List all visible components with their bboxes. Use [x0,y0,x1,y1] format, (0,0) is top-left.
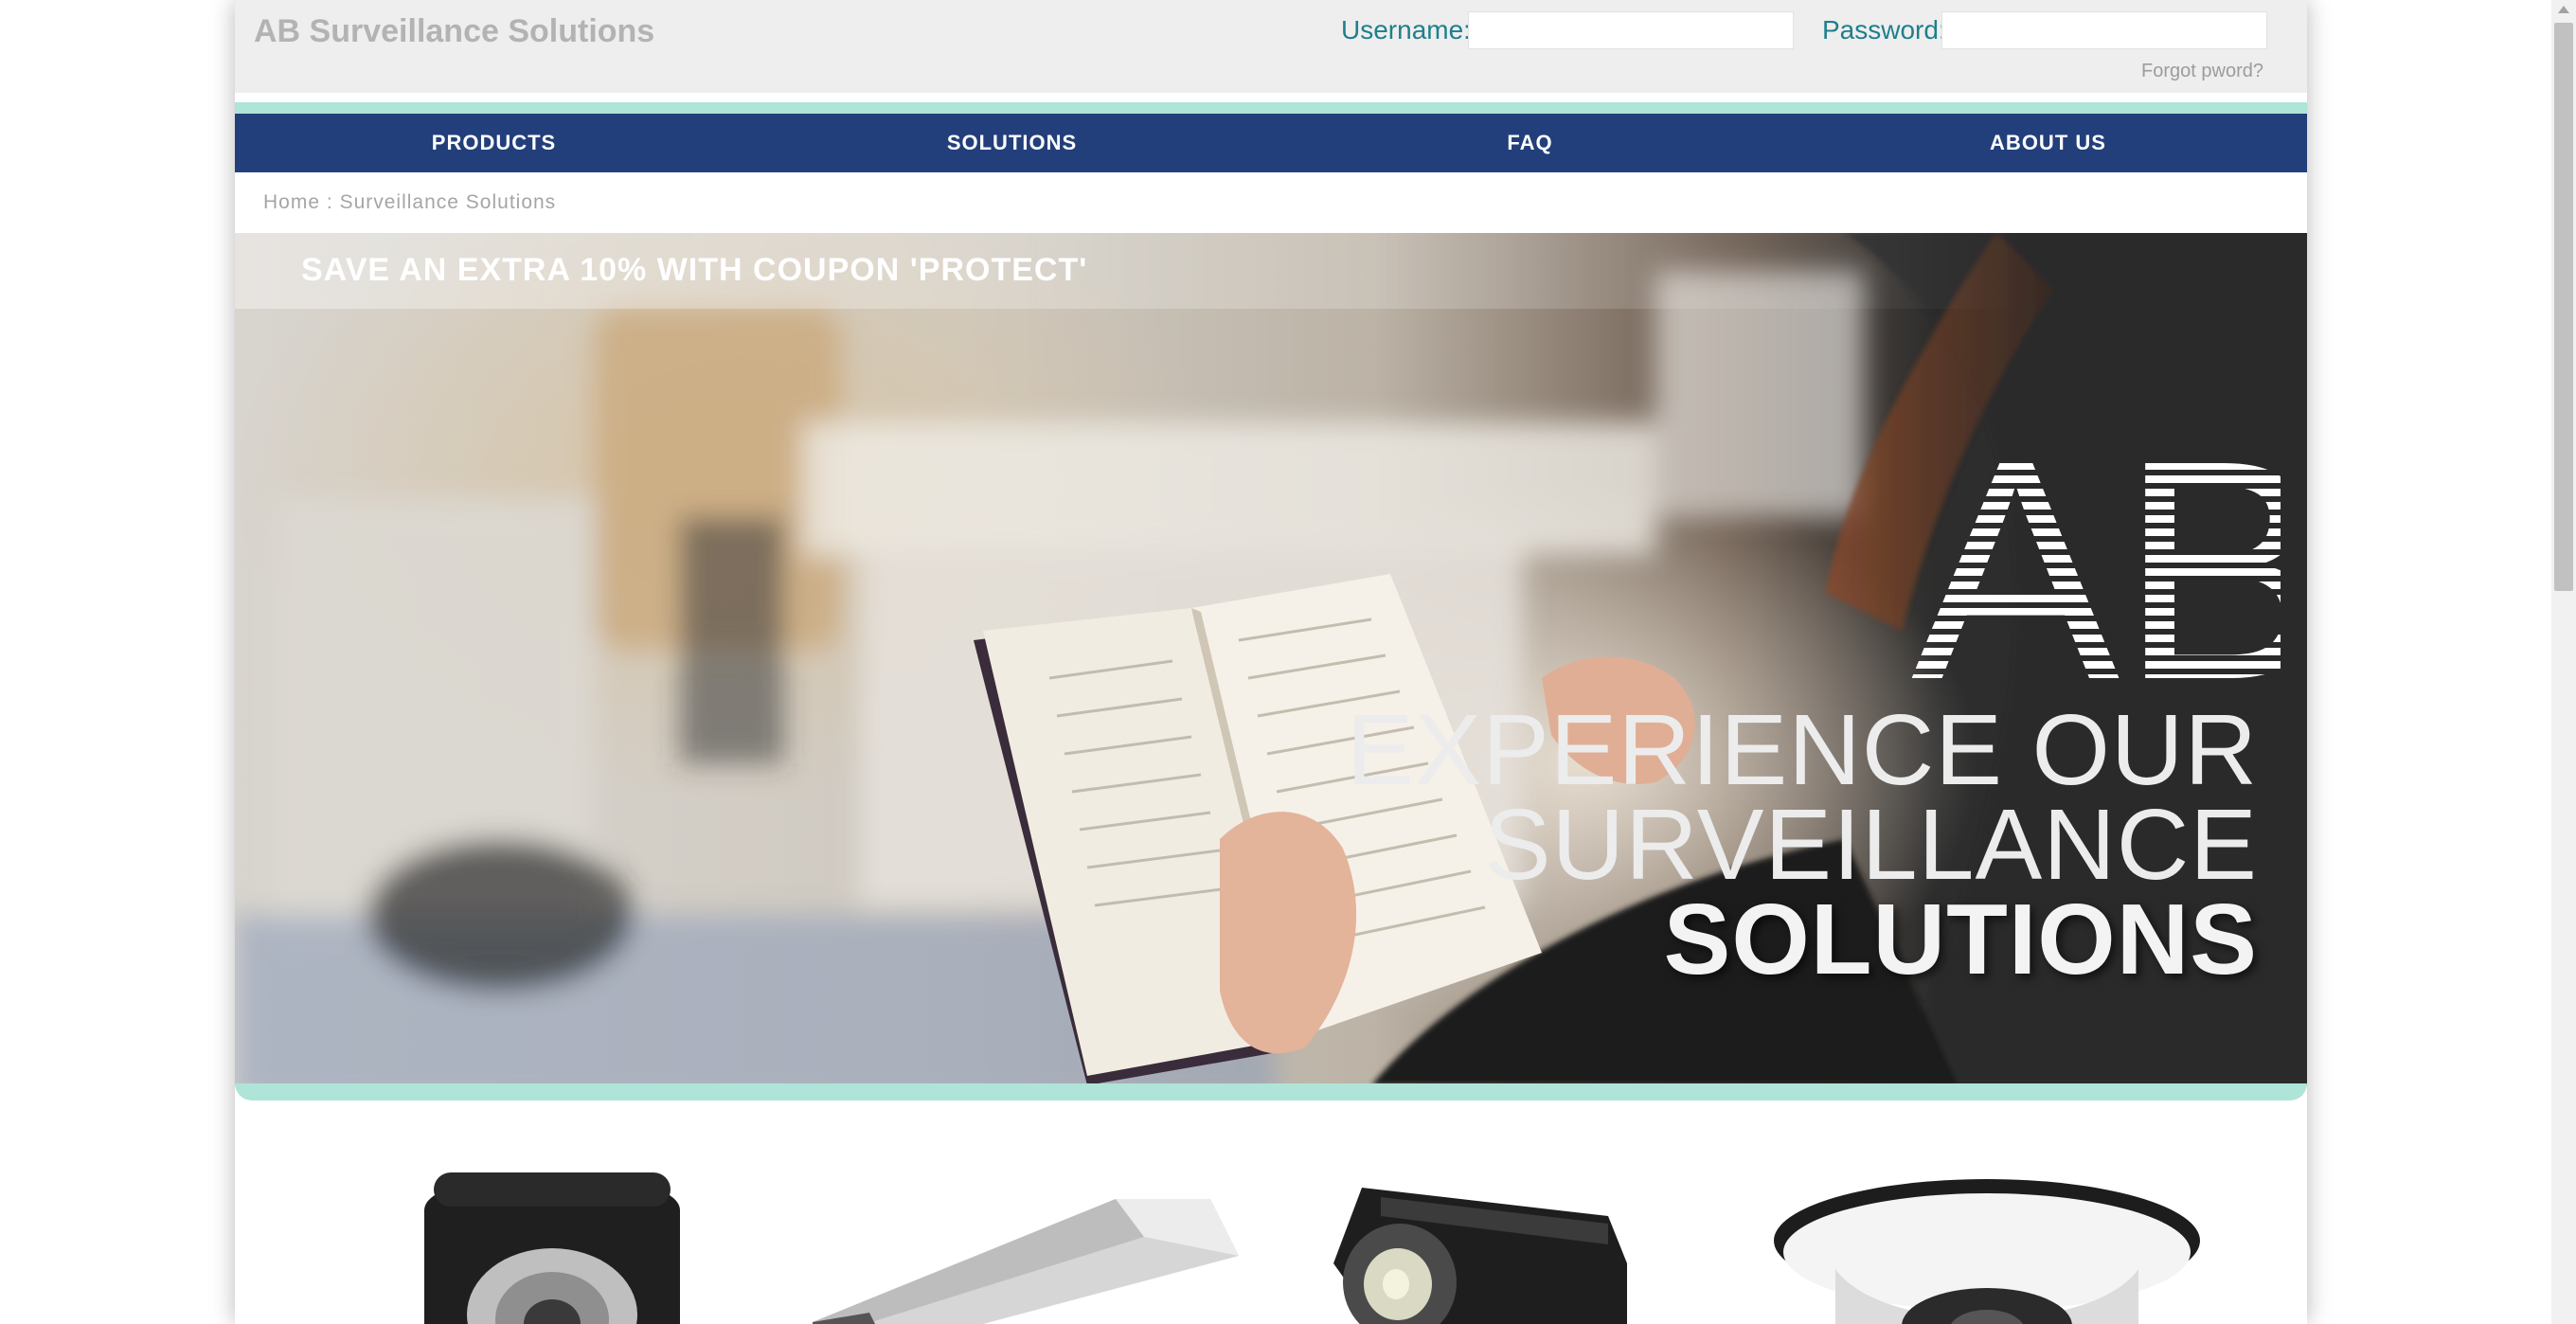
breadcrumb-home[interactable]: Home [263,191,320,213]
hero-accent-bottom [235,1083,2307,1100]
ab-logo-icon: AB [1902,422,2281,697]
breadcrumb-current: Surveillance Solutions [339,191,557,213]
hero-headline-line3: SOLUTIONS [1663,884,2258,995]
password-input[interactable] [1941,11,2267,49]
accent-divider [235,102,2307,114]
nav-item-products[interactable]: PRODUCTS [235,114,753,172]
nav-item-solutions[interactable]: SOLUTIONS [753,114,1271,172]
box-camera-black-icon[interactable] [1324,1178,1637,1324]
hero-headline-line2: SURVEILLANCE [1483,789,2258,901]
username-label: Username: [1341,15,1471,45]
breadcrumb-separator: : [326,191,333,213]
page-container: AB Surveillance Solutions Username: Pass… [235,0,2307,1324]
product-row [235,1146,2307,1324]
nav-item-about-us[interactable]: ABOUT US [1789,114,2307,172]
scrollbar-thumb[interactable] [2554,23,2573,591]
username-input[interactable] [1468,11,1794,49]
hero-banner: SAVE AN EXTRA 10% WITH COUPON 'PROTECT' … [235,233,2307,1085]
hero-headline-line1: EXPERIENCE OUR [1346,694,2258,806]
password-label: Password: [1822,15,1946,45]
site-title[interactable]: AB Surveillance Solutions [254,13,654,50]
forgot-password-link[interactable]: Forgot pword? [2141,61,2263,82]
breadcrumb: Home : Surveillance Solutions [263,191,556,214]
nav-item-faq[interactable]: FAQ [1271,114,1789,172]
dome-camera-black-icon[interactable] [396,1154,708,1324]
main-nav: PRODUCTS SOLUTIONS FAQ ABOUT US [235,114,2307,172]
coupon-promo-text: SAVE AN EXTRA 10% WITH COUPON 'PROTECT' [301,252,1088,288]
scrollbar[interactable] [2551,0,2576,1324]
bullet-camera-silver-icon[interactable] [803,1180,1248,1324]
dome-camera-white-icon[interactable] [1769,1174,2205,1324]
scrollbar-up-arrow[interactable] [2558,6,2569,13]
site-header: AB Surveillance Solutions Username: Pass… [235,0,2307,93]
